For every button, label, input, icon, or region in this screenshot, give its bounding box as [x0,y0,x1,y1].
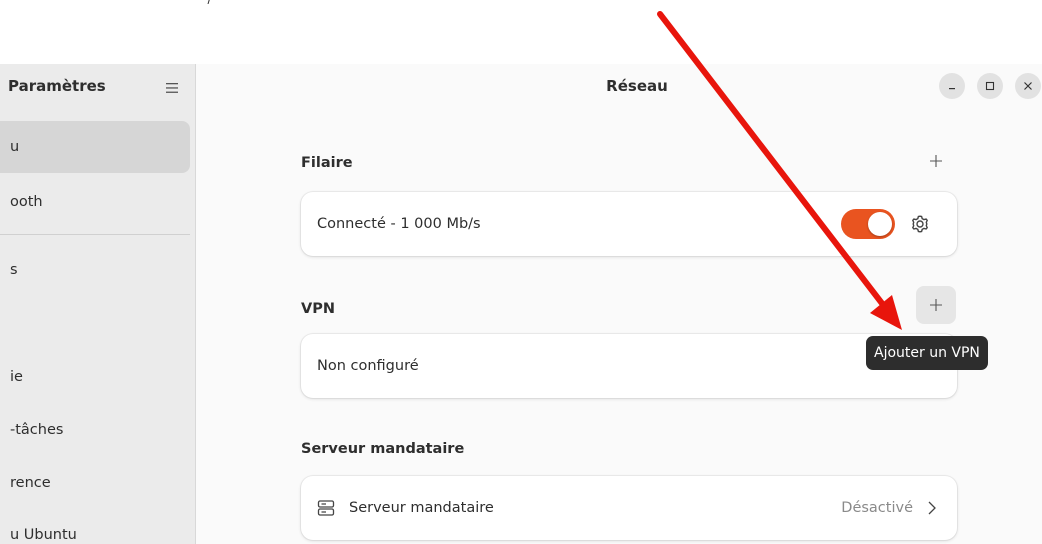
sidebar-item-label: ie [10,369,23,385]
sidebar-separator [0,234,190,235]
proxy-status: Désactivé [841,500,913,516]
proxy-label: Serveur mandataire [349,500,494,516]
proxy-row[interactable]: Serveur mandataire Désactivé [301,476,957,540]
sidebar-item-label: u [10,139,20,155]
hamburger-menu-icon [166,83,178,93]
sidebar-item-label: ooth [10,194,43,210]
main-content: Réseau Filaire Connecté - 1 000 Mb/s VPN… [197,64,1042,544]
stray-mark [207,0,210,4]
proxy-section-title: Serveur mandataire [301,441,465,457]
toggle-knob [868,212,892,236]
proxy-server-icon [317,500,335,516]
add-wired-button[interactable] [916,142,956,180]
sidebar: Paramètres u ooth s ie -tâches rence u U… [0,64,196,544]
wired-status: Connecté - 1 000 Mb/s [317,216,481,232]
sidebar-item-label: u Ubuntu [10,527,77,543]
add-vpn-tooltip: Ajouter un VPN [866,336,988,370]
wired-toggle[interactable] [841,209,895,239]
sidebar-item-bluetooth[interactable]: ooth [0,176,190,228]
sidebar-item-label: rence [10,475,51,491]
sidebar-item-5[interactable]: ie [0,351,190,403]
wired-section-title: Filaire [301,155,353,171]
add-vpn-button[interactable] [916,286,956,324]
wired-connection-card: Connecté - 1 000 Mb/s [301,192,957,256]
chevron-right-icon [928,501,936,515]
plus-icon [930,155,942,167]
sidebar-item-4[interactable] [0,298,190,350]
sidebar-item-network[interactable]: u [0,121,190,173]
vpn-status: Non configuré [317,358,419,374]
maximize-icon [985,81,995,91]
sidebar-item-label: s [10,262,18,278]
sidebar-title: Paramètres [8,77,106,95]
page-title: Réseau [606,77,668,95]
close-button[interactable] [1015,73,1041,99]
vpn-section-title: VPN [301,301,335,317]
sidebar-item-7[interactable]: rence [0,457,190,509]
sidebar-item-6[interactable]: -tâches [0,404,190,456]
maximize-button[interactable] [977,73,1003,99]
vpn-card: Non configuré [301,334,957,398]
sidebar-item-label: -tâches [10,422,64,438]
sidebar-item-8[interactable]: u Ubuntu [0,509,190,544]
minimize-button[interactable] [939,73,965,99]
sidebar-item-3[interactable]: s [0,244,190,296]
plus-icon [930,299,942,311]
close-icon [1024,82,1032,90]
settings-window: Paramètres u ooth s ie -tâches rence u U… [0,64,1042,544]
gear-icon[interactable] [909,213,931,235]
minimize-icon [949,88,955,90]
main-menu-button[interactable] [160,76,184,100]
sidebar-header: Paramètres [0,64,195,110]
